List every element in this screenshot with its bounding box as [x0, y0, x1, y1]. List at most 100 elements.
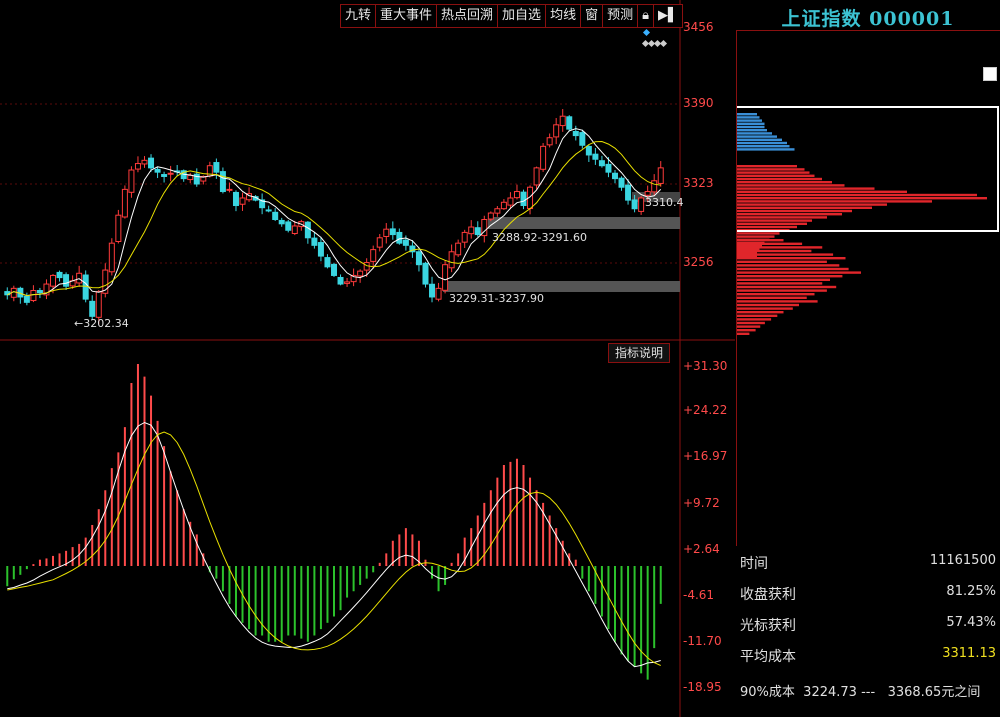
candle-body [631, 199, 638, 210]
jiuzhuan-button[interactable]: 九转 [341, 5, 377, 27]
indicator-tick: +31.30 [683, 359, 728, 373]
last-price-label: 3310.4 [645, 196, 684, 209]
candle-body [304, 221, 311, 239]
candle-body [415, 251, 422, 266]
candle-body [461, 231, 468, 243]
candle-body [605, 163, 612, 173]
chip-bar-loss [737, 171, 810, 174]
low-price-marker: ←3202.34 [74, 317, 129, 330]
forecast-button[interactable]: 预测 [603, 5, 639, 27]
info-row-avg-cost: 平均成本 3311.13 [740, 646, 998, 666]
candle-body [285, 221, 292, 231]
chip-bar-loss [737, 246, 823, 249]
chip-bar-loss [737, 332, 750, 335]
chip-bar-loss [737, 264, 840, 267]
indicator-tick: +24.22 [683, 403, 728, 417]
chip-bar-loss [737, 321, 765, 325]
chip-bar-profit [737, 119, 762, 122]
candle-body [265, 209, 272, 212]
hotspot-review-button[interactable]: 热点回溯 [437, 5, 499, 27]
candle-body [638, 197, 645, 212]
candle-body [442, 264, 449, 291]
candle-body [448, 251, 455, 269]
indicator-tick: -18.95 [683, 680, 722, 694]
candle-body [540, 145, 547, 170]
chip-bar-loss [737, 200, 932, 203]
price-tick: 3456 [683, 20, 714, 34]
candle-body [239, 197, 246, 205]
candle-body [651, 180, 658, 193]
candle-body [579, 132, 586, 146]
candle-body [324, 257, 331, 268]
info-value: 3311.13 [942, 646, 996, 661]
candle-body [546, 137, 553, 146]
candle-body [389, 228, 396, 236]
moving-average-button[interactable]: 均线 [546, 5, 582, 27]
candle-body [533, 167, 540, 186]
chip-bar-loss [737, 190, 907, 193]
cost-range-low: 3224.73 [803, 685, 857, 700]
chip-bar-loss [737, 209, 852, 213]
chip-bar-loss [737, 242, 803, 245]
candle-body [331, 263, 337, 276]
chip-bar-loss [737, 325, 761, 328]
candle-body [376, 237, 383, 248]
chip-bar-loss [737, 260, 827, 263]
kline-chart-area[interactable]: 九转 重大事件 热点回溯 加自选 均线 窗 预测 🔒︎ ▶▌ 3456 3390… [0, 0, 735, 717]
chip-bar-loss [737, 232, 780, 235]
candle-body [226, 188, 233, 191]
candle-body [36, 290, 43, 294]
chip-bar-loss [737, 184, 845, 187]
major-events-button[interactable]: 重大事件 [376, 5, 438, 27]
candle-body [429, 283, 436, 298]
chip-distribution-panel: 上证指数 000001 时间 11161500 收盘获利 81.25% 光标获利… [736, 0, 1000, 717]
candle-body [272, 211, 279, 221]
chip-bar-loss [737, 174, 815, 177]
candle-body [317, 242, 324, 257]
chip-bar-loss [737, 293, 815, 296]
cost-range-high: 3368.65 [887, 685, 942, 700]
chip-bar-loss [737, 307, 793, 310]
chip-bar-loss [737, 249, 812, 253]
candle-body [422, 262, 429, 285]
lock-icon[interactable]: 🔒︎ [638, 5, 655, 27]
candle-body [513, 191, 520, 199]
chip-bar-profit [737, 145, 790, 148]
chip-bar-loss [737, 311, 784, 314]
indicator-help-button[interactable]: 指标说明 [608, 343, 671, 363]
info-label: 光标获利 [740, 618, 796, 634]
chip-bar-loss [737, 235, 775, 238]
info-value: 81.25% [946, 584, 996, 599]
candle-body [435, 287, 442, 300]
candle-body [644, 191, 651, 196]
candle-body [154, 168, 161, 173]
chip-bar-loss [737, 222, 807, 225]
price-tick: 3390 [683, 96, 714, 110]
chip-bar-loss [737, 206, 872, 209]
export-icon[interactable] [983, 67, 997, 81]
index-title: 上证指数 000001 [781, 8, 955, 30]
candle-body [553, 124, 560, 138]
candle-body [219, 171, 226, 193]
candle-body [572, 130, 579, 137]
cost-range-row: 90%成本 3224.73 --- 3368.65元之间 [740, 681, 980, 700]
chip-bar-profit [737, 129, 767, 132]
expand-arrow-icon[interactable]: ▶▌ [654, 5, 682, 27]
info-label: 平均成本 [740, 649, 796, 665]
candle-body [213, 162, 220, 173]
cost-range-label: 90%成本 [740, 685, 795, 700]
chip-bar-loss [737, 300, 818, 303]
chip-bar-loss [737, 219, 812, 222]
candle-body [383, 228, 390, 237]
candle-body [76, 272, 83, 284]
low-price-label: 3202.34 [83, 317, 129, 330]
candle-body [134, 163, 141, 170]
add-watchlist-button[interactable]: 加自选 [498, 5, 547, 27]
candle-body [402, 239, 409, 246]
candle-body [657, 167, 664, 184]
candle-body [95, 291, 102, 318]
chart-toolbar: 九转 重大事件 热点回溯 加自选 均线 窗 预测 🔒︎ ▶▌ [340, 4, 684, 28]
indicator-tick: +2.64 [683, 542, 720, 556]
indicator-tick: -11.70 [683, 634, 722, 648]
window-button[interactable]: 窗 [581, 5, 604, 27]
